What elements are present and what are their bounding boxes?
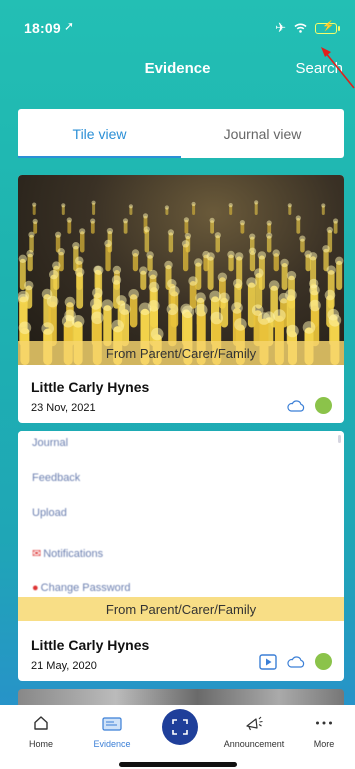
airplane-icon: ✈ [275, 20, 286, 35]
evidence-thumbnail: From Parent/Carer/Family [18, 175, 344, 365]
megaphone-icon [246, 716, 263, 731]
home-icon [34, 716, 48, 730]
tab-label: Announcement [223, 739, 285, 749]
annotation-arrow-icon [321, 47, 355, 89]
status-dot [315, 653, 332, 670]
scrollbar [338, 435, 341, 443]
preview-menu-label: Notifications [43, 547, 104, 560]
preview-menu-item: Feedback [32, 472, 81, 484]
tab-more[interactable]: More [289, 711, 355, 749]
video-play-icon [259, 653, 277, 670]
evidence-date: 21 May, 2020 [31, 660, 97, 672]
preview-menu-item: ✉ Notifications [32, 547, 104, 561]
scan-button[interactable] [162, 709, 198, 745]
preview-menu-item: Journal [32, 437, 69, 449]
view-tabs: Tile view Journal view [18, 109, 344, 158]
tab-journal-view[interactable]: Journal view [181, 109, 344, 158]
home-indicator [119, 762, 237, 767]
evidence-date: 23 Nov, 2021 [31, 402, 96, 414]
evidence-card[interactable]: Journal Feedback Upload ✉ Notifications … [18, 431, 344, 681]
app-screen: 18:09 ➚ ✈ ⚡ Evidence Search Tile view Jo… [0, 0, 355, 769]
source-banner: From Parent/Carer/Family [18, 341, 344, 365]
card-status-icons [259, 653, 332, 670]
tab-announcement[interactable]: Announcement [218, 711, 290, 749]
tab-label: Home [28, 739, 53, 749]
wifi-icon [294, 23, 307, 33]
location-arrow-icon: ➚ [64, 19, 75, 33]
tab-label: Evidence [93, 739, 131, 749]
evidence-thumbnail: Journal Feedback Upload ✉ Notifications … [18, 431, 344, 621]
source-banner: From Parent/Carer/Family [18, 597, 344, 621]
child-name: Little Carly Hynes [31, 637, 150, 653]
status-dot [315, 397, 332, 414]
cloud-icon [287, 655, 305, 668]
battery-charging-icon: ⚡ [315, 21, 340, 34]
cloud-icon [287, 399, 305, 412]
status-time: 18:09 [24, 20, 61, 36]
user-icon: ● [32, 582, 39, 594]
preview-menu-item: Upload [32, 507, 67, 519]
evidence-icon [102, 716, 122, 731]
mail-icon: ✉ [32, 548, 42, 560]
preview-menu-label: Change Password [40, 582, 131, 594]
tab-tile-view[interactable]: Tile view [18, 109, 181, 158]
tab-label: More [313, 739, 335, 749]
more-dots-icon [316, 721, 332, 725]
child-name: Little Carly Hynes [31, 379, 150, 395]
scan-icon [172, 719, 188, 735]
tab-home[interactable]: Home [6, 711, 76, 749]
evidence-card[interactable]: From Parent/Carer/Family Little Carly Hy… [18, 175, 344, 423]
preview-menu-item: ● Change Password [32, 582, 131, 594]
tab-evidence[interactable]: Evidence [77, 711, 147, 749]
status-bar: 18:09 ➚ ✈ ⚡ [0, 0, 355, 44]
card-status-icons [287, 397, 332, 414]
status-icons: ✈ ⚡ [275, 20, 340, 36]
